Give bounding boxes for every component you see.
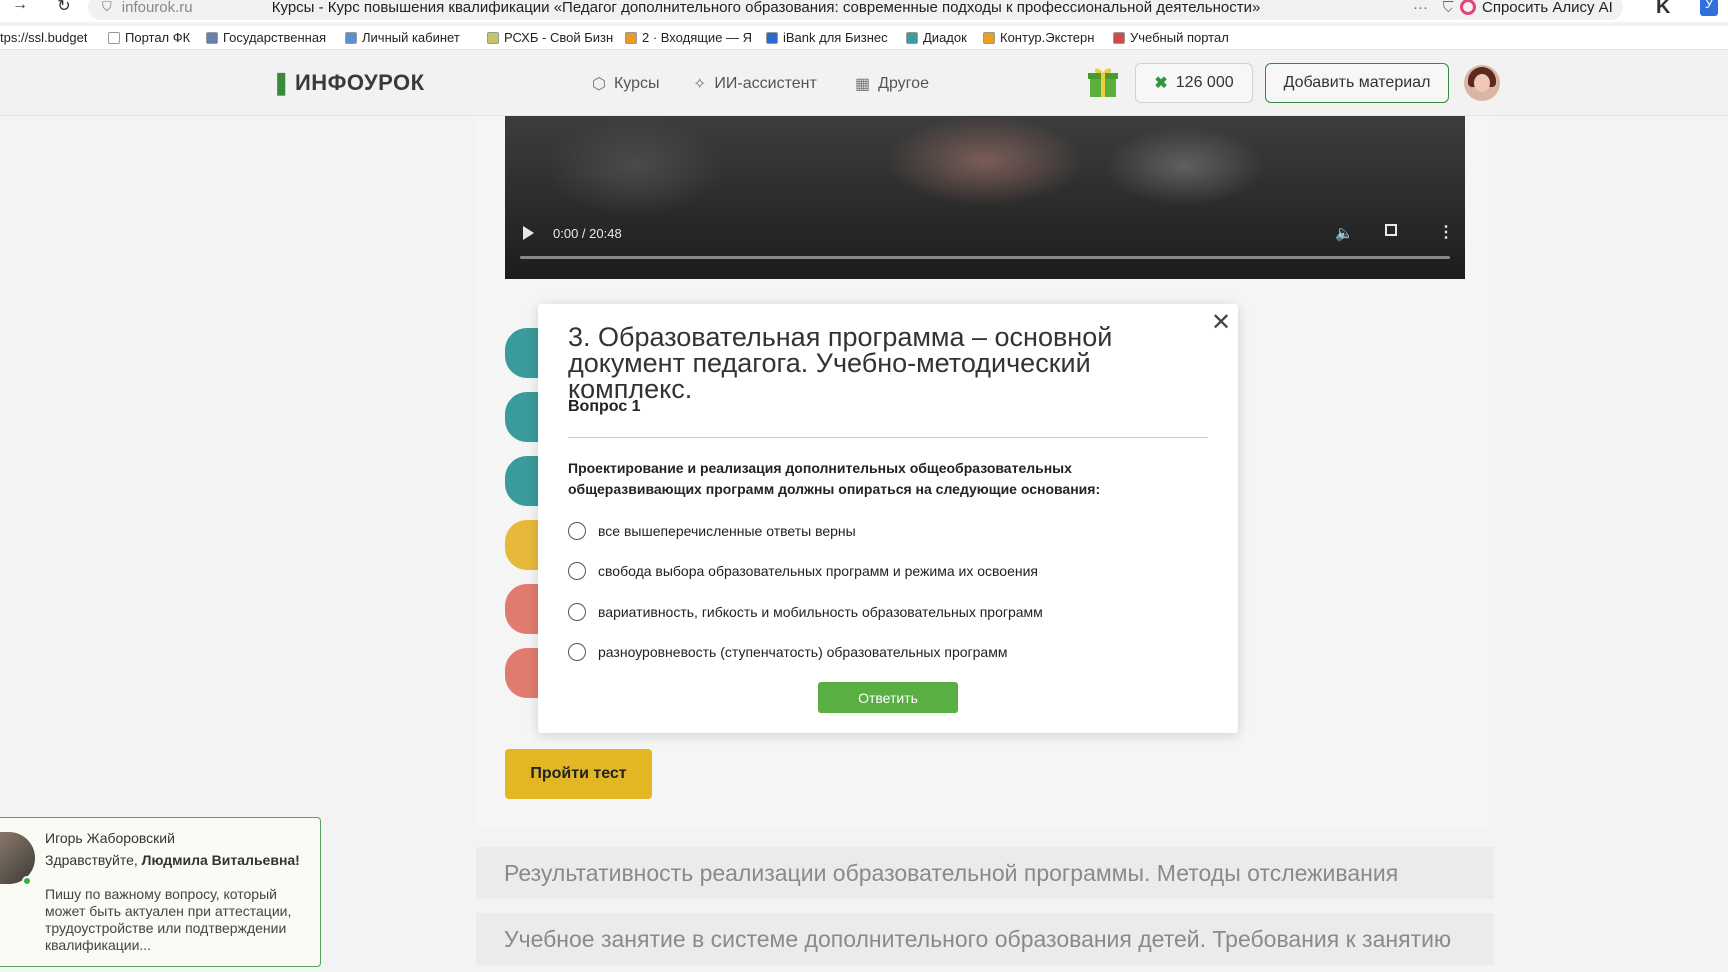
bookmark-favicon-icon xyxy=(1113,31,1125,44)
online-status-icon xyxy=(22,876,32,886)
chat-sender-name: Игорь Жаборовский xyxy=(45,830,175,846)
bookmark-label: Портал ФК xyxy=(125,30,191,45)
bookmark-label: Диадок xyxy=(923,30,967,45)
module-row[interactable]: Учебное занятие в системе дополнительног… xyxy=(476,913,1494,965)
bookmark-favicon-icon xyxy=(766,31,778,44)
answer-option[interactable]: все вышеперечисленные ответы верны xyxy=(568,522,856,540)
video-player[interactable]: 0:00 / 20:48 🔈 ⋮ xyxy=(505,116,1465,279)
browser-toolbar: → ↻ ⛉ infourok.ru Курсы - Курс повышения… xyxy=(0,0,1728,22)
modal-title: 3. Образовательная программа – основной … xyxy=(568,322,1113,404)
page-tab-title: Курсы - Курс повышения квалификации «Пед… xyxy=(271,0,1261,16)
volume-icon[interactable]: 🔈 xyxy=(1335,224,1354,242)
answer-label: вариативность, гибкость и мобильность об… xyxy=(598,604,1043,620)
sparkle-icon: ✧ xyxy=(693,76,707,93)
bookmark-favicon-icon xyxy=(906,31,918,44)
bookmark-favicon-icon xyxy=(108,31,120,44)
question-text: Проектирование и реализация дополнительн… xyxy=(568,460,1101,497)
url-text: infourok.ru xyxy=(121,0,193,16)
bookmark-favicon-icon xyxy=(983,31,995,44)
site-header: ❚ ИНФОУРОК ⬡ Курсы ✧ ИИ-ассистент ▦ Друг… xyxy=(0,50,1728,116)
answer-label: разноуровневость (ступенчатость) образов… xyxy=(598,644,1008,660)
play-icon[interactable] xyxy=(523,226,534,240)
answer-option[interactable]: разноуровневость (ступенчатость) образов… xyxy=(568,643,1007,661)
video-controls: 0:00 / 20:48 🔈 ⋮ xyxy=(505,219,1465,249)
answer-option[interactable]: свобода выбора образовательных программ … xyxy=(568,562,1038,580)
bookmark-label: iBank для Бизнес xyxy=(783,30,888,45)
bookmark-item[interactable]: Диадок xyxy=(906,30,967,45)
answer-label: все вышеперечисленные ответы верны xyxy=(598,523,856,539)
cube-icon: ⬡ xyxy=(592,76,606,93)
bookmark-label: Государственная xyxy=(223,30,327,45)
bookmark-item[interactable]: Личный кабинет xyxy=(345,30,460,45)
bookmark-label: Контур.Экстерн xyxy=(1000,30,1095,45)
forward-icon[interactable]: → xyxy=(4,0,36,14)
shield-icon: ⛉ xyxy=(102,0,112,14)
alice-icon xyxy=(1460,0,1476,15)
nav-courses-label: Курсы xyxy=(613,75,660,92)
answer-label: свобода выбора образовательных программ … xyxy=(598,563,1038,579)
question-number: Вопрос 1 xyxy=(568,398,641,415)
bookmark-favicon-icon xyxy=(625,31,637,44)
radio-button[interactable] xyxy=(568,562,586,580)
grid-icon: ▦ xyxy=(855,76,871,93)
radio-button[interactable] xyxy=(568,522,586,540)
bookmarks-bar: tps://ssl.budget Портал ФК Государственная… xyxy=(0,26,1728,50)
take-test-button[interactable]: Пройти тест xyxy=(505,749,652,799)
bookmark-favicon-icon xyxy=(345,31,357,44)
coin-icon: ✖ xyxy=(1154,75,1168,92)
bookmark-label: Личный кабинет xyxy=(362,30,460,45)
bookmark-label: 2 · Входящие — Я xyxy=(642,30,753,45)
nav-other-label: Другое xyxy=(878,75,929,92)
coins-balance[interactable]: ✖ 126 000 xyxy=(1135,63,1253,103)
logo-text: ИНФОУРОК xyxy=(294,70,425,95)
nav-ai-assistant-label: ИИ-ассистент xyxy=(714,75,817,92)
bookmark-item[interactable]: Государственная xyxy=(206,30,326,45)
extension-k-icon[interactable]: K xyxy=(1656,0,1670,19)
bookmark-item[interactable]: РСХБ - Свой Бизн xyxy=(487,30,613,45)
extension-y-icon[interactable]: У xyxy=(1700,0,1718,16)
site-logo[interactable]: ❚ ИНФОУРОК xyxy=(272,70,425,96)
alice-label: Спросить Алису AI xyxy=(1482,0,1613,16)
nav-ai-assistant[interactable]: ✧ ИИ-ассистент xyxy=(693,74,817,94)
bookmark-label: Учебный портал xyxy=(1130,30,1229,45)
submit-answer-button[interactable]: Ответить xyxy=(818,682,958,713)
more-options-icon[interactable]: ⋮ xyxy=(1438,222,1454,242)
radio-button[interactable] xyxy=(568,643,586,661)
bookmark-item[interactable]: Контур.Экстерн xyxy=(983,30,1094,45)
nav-other[interactable]: ▦ Другое xyxy=(855,74,929,94)
gift-icon[interactable] xyxy=(1086,65,1120,99)
fullscreen-icon[interactable] xyxy=(1385,224,1397,236)
answer-option[interactable]: вариативность, гибкость и мобильность об… xyxy=(568,603,1043,621)
bookmark-item[interactable]: iBank для Бизнес xyxy=(766,30,888,45)
video-time: 0:00 / 20:48 xyxy=(553,226,622,241)
bookmark-item[interactable]: Портал ФК xyxy=(108,30,190,45)
bookmark-label: РСХБ - Свой Бизн xyxy=(504,30,614,45)
radio-button[interactable] xyxy=(568,603,586,621)
address-bar[interactable]: ⛉ infourok.ru Курсы - Курс повышения ква… xyxy=(88,0,1468,20)
logo-mark-icon: ❚ xyxy=(272,70,291,95)
bookmark-item[interactable]: Учебный портал xyxy=(1113,30,1229,45)
divider xyxy=(568,437,1208,438)
more-icon[interactable]: ··· xyxy=(1413,0,1428,16)
module-row[interactable]: Результативность реализации образователь… xyxy=(476,847,1494,899)
video-progress-bar[interactable] xyxy=(520,256,1450,259)
alice-button[interactable]: Спросить Алису AI xyxy=(1452,0,1623,20)
bookmark-label: tps://ssl.budget xyxy=(0,30,88,45)
chat-message: Пишу по важному вопросу, который может б… xyxy=(45,886,292,953)
reload-icon[interactable]: ↻ xyxy=(48,0,80,16)
bookmark-favicon-icon xyxy=(487,31,499,44)
bookmark-favicon-icon xyxy=(206,31,218,44)
add-material-button[interactable]: Добавить материал xyxy=(1265,63,1449,103)
coins-value: 126 000 xyxy=(1175,74,1234,91)
nav-courses[interactable]: ⬡ Курсы xyxy=(592,74,660,94)
bookmark-item[interactable]: 2 · Входящие — Я xyxy=(625,30,752,45)
bookmark-item[interactable]: tps://ssl.budget xyxy=(0,30,87,45)
chat-popup[interactable]: Игорь Жаборовский Здравствуйте, Людмила … xyxy=(0,817,321,967)
chat-greeting: Здравствуйте, Людмила Витальевна! xyxy=(45,852,300,868)
quiz-modal: ✕ 3. Образовательная программа – основно… xyxy=(538,304,1238,733)
avatar[interactable] xyxy=(1464,65,1500,101)
